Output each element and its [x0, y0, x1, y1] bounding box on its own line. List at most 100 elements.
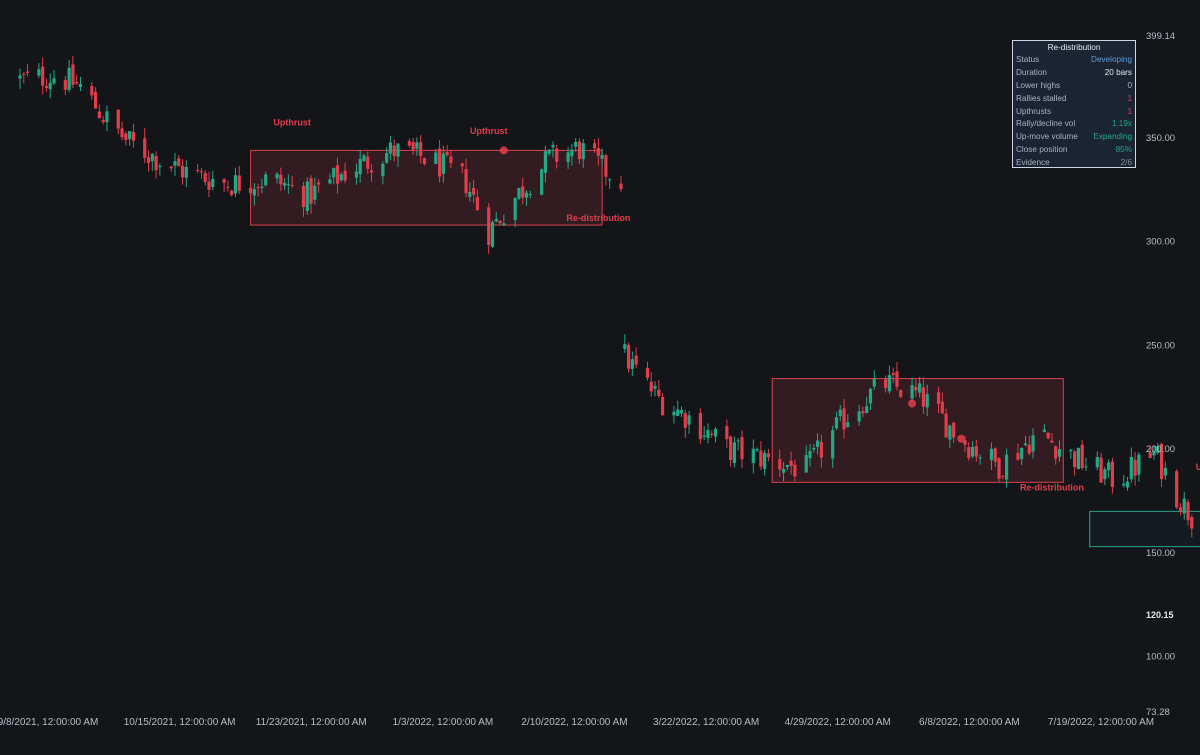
- info-row-value: 20 bars: [1104, 67, 1132, 77]
- candle: [146, 150, 151, 172]
- candle: [154, 151, 158, 179]
- candle: [1069, 449, 1073, 459]
- candle: [124, 131, 128, 146]
- candle: [1080, 439, 1084, 471]
- candle: [687, 410, 691, 434]
- info-row-label: Duration: [1016, 67, 1047, 77]
- candle: [230, 189, 234, 197]
- x-tick-label: 9/8/2021, 12:00:00 AM: [0, 717, 98, 728]
- candle: [634, 347, 638, 368]
- candle: [237, 165, 241, 195]
- candle: [626, 342, 631, 373]
- candle: [78, 76, 83, 92]
- candle: [736, 438, 740, 451]
- candle: [173, 152, 177, 176]
- candle: [1084, 457, 1088, 472]
- candle: [755, 447, 759, 453]
- candle: [177, 155, 181, 167]
- info-row: Evidence 2/6: [1013, 157, 1135, 170]
- x-tick-label: 11/23/2021, 12:00:00 AM: [256, 717, 367, 728]
- info-row-value: Developing: [1091, 55, 1132, 64]
- info-row: Up-move volume Expanding: [1013, 131, 1135, 144]
- event-label: Re-distribution: [566, 213, 630, 223]
- candle: [1103, 466, 1107, 486]
- y-tick-label: 150.00: [1146, 548, 1175, 559]
- info-row-value: 85%: [1115, 145, 1132, 155]
- candle: [487, 203, 491, 254]
- candle: [44, 78, 49, 92]
- candle: [895, 362, 899, 391]
- candle: [763, 449, 767, 476]
- candle: [732, 436, 737, 468]
- candle: [657, 379, 661, 398]
- candle: [623, 334, 627, 353]
- x-tick-label: 1/3/2022, 12:00:00 AM: [393, 717, 494, 728]
- candle: [211, 170, 215, 191]
- candle: [97, 104, 101, 119]
- info-row-value: Expanding: [1093, 132, 1132, 142]
- candle: [1133, 451, 1137, 486]
- info-panel-title: Re-distribution: [1047, 43, 1101, 52]
- candle: [158, 163, 162, 176]
- info-row-label: Lower highs: [1016, 80, 1061, 90]
- redistribution-info-panel: Re-distribution Status Developing Duration…: [1012, 40, 1136, 168]
- candle: [120, 121, 124, 141]
- candle: [725, 419, 729, 448]
- info-row: Upthrusts 1: [1013, 106, 1135, 119]
- candle: [63, 75, 67, 95]
- candle: [645, 361, 650, 381]
- candle: [71, 56, 75, 89]
- candle: [1163, 461, 1167, 480]
- candle: [1076, 447, 1080, 470]
- candle: [713, 426, 718, 443]
- candle: [128, 130, 132, 146]
- candle: [1125, 476, 1130, 491]
- candle: [751, 439, 755, 474]
- candle: [997, 457, 1001, 482]
- candle: [207, 171, 211, 198]
- x-tick-label: 2/10/2022, 12:00:00 AM: [521, 717, 627, 728]
- redistribution-zone: [771, 378, 1064, 483]
- event-label: Upthrust: [470, 126, 508, 136]
- candle: [222, 177, 226, 192]
- accumulation-zone: [1089, 510, 1200, 548]
- upthrust-marker: [908, 399, 917, 408]
- candle: [683, 409, 687, 438]
- y-tick-label: 350.00: [1146, 133, 1175, 144]
- candle: [710, 430, 714, 438]
- candle: [75, 74, 79, 85]
- info-row-label: Close position: [1016, 145, 1068, 155]
- candle: [630, 351, 634, 376]
- candle: [90, 82, 94, 100]
- info-row: Rally/decline vol 1.19x: [1013, 118, 1135, 131]
- candle: [150, 152, 154, 171]
- candle: [105, 105, 109, 132]
- info-row-label: Up-move volume: [1016, 132, 1078, 142]
- candle: [729, 435, 733, 467]
- upthrust-marker: [957, 434, 966, 443]
- candle: [679, 406, 684, 417]
- info-row-label: Upthrusts: [1016, 106, 1052, 116]
- candle: [887, 365, 891, 394]
- candle: [226, 180, 230, 192]
- candle: [48, 73, 52, 99]
- candle: [490, 220, 495, 248]
- candle: [131, 123, 135, 148]
- candle: [203, 170, 207, 186]
- info-row-value: 1: [1127, 93, 1132, 103]
- candle: [653, 381, 657, 397]
- candle: [22, 72, 26, 84]
- candle: [649, 371, 653, 397]
- candle: [1137, 452, 1141, 482]
- candle: [540, 168, 544, 196]
- x-tick-label: 3/22/2022, 12:00:00 AM: [653, 717, 759, 728]
- candle: [1129, 447, 1133, 483]
- candle: [1095, 451, 1099, 471]
- candle: [759, 441, 763, 471]
- candle: [1175, 469, 1179, 510]
- candle: [574, 138, 578, 152]
- event-label: Upthrust: [1196, 462, 1200, 472]
- candle: [619, 175, 623, 193]
- info-row: Status Developing: [1013, 54, 1135, 67]
- candle: [766, 448, 771, 462]
